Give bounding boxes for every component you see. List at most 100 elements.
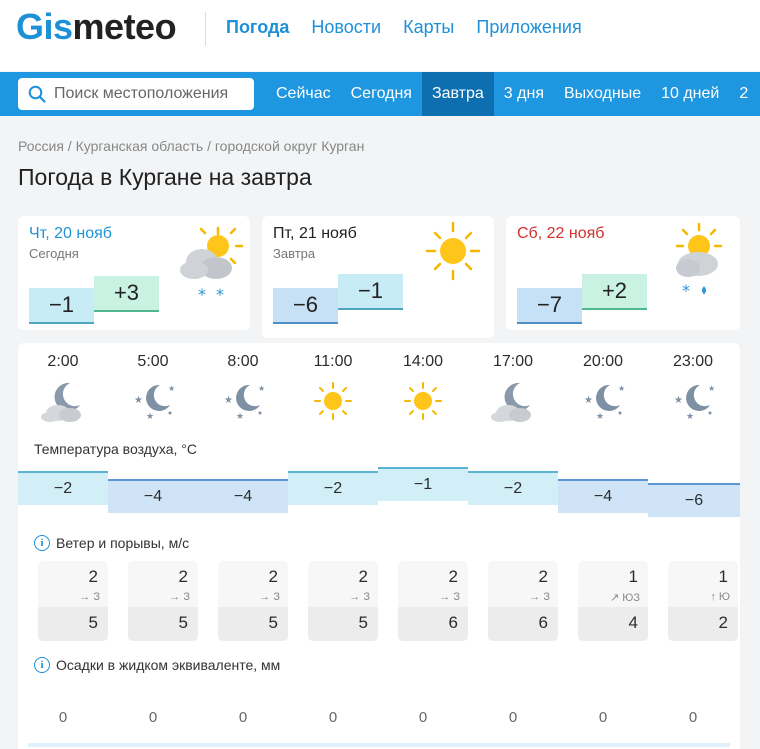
wind-gust: 4	[628, 613, 638, 632]
day-card-saturday[interactable]: Сб, 22 нояб * −7 +2	[506, 216, 740, 330]
clear-night-icon: ★ ★ ★	[674, 384, 715, 421]
info-icon[interactable]: i	[34, 657, 50, 673]
svg-text:★: ★	[686, 411, 694, 421]
svg-text:★: ★	[146, 411, 154, 421]
sun-icon	[314, 382, 352, 420]
day-max-temp: +3	[94, 276, 159, 312]
wind-direction: → З	[259, 591, 280, 603]
top-nav: Погода Новости Карты Приложения	[226, 17, 582, 38]
hour-time: 17:00	[492, 353, 534, 370]
wind-direction: → З	[169, 591, 190, 603]
day-card-today[interactable]: Чт, 20 нояб Сегодня * * −1 +3	[18, 216, 250, 330]
day-min-temp: −6	[273, 288, 338, 324]
nav-apps[interactable]: Приложения	[476, 17, 581, 38]
forecast-nav-bar: Сейчас Сегодня Завтра 3 дня Выходные 10 …	[0, 72, 760, 116]
hour-temp: −2	[18, 471, 108, 505]
hour-precip: 0	[328, 709, 338, 726]
cloudy-night-icon	[491, 382, 531, 422]
hour-time: 20:00	[582, 353, 624, 370]
tab-tomorrow[interactable]: Завтра	[421, 72, 494, 116]
wind-speed: 2	[538, 567, 548, 586]
day-card-tomorrow[interactable]: Пт, 21 нояб Завтра −6 −1	[262, 216, 494, 338]
tab-weekend[interactable]: Выходные	[554, 72, 651, 116]
wind-speed: 2	[358, 567, 368, 586]
wind-cell: 2 → З 6	[398, 561, 468, 641]
wind-direction: → З	[529, 591, 550, 603]
hour-temp: −4	[558, 479, 648, 513]
day-sub: Завтра	[273, 246, 316, 261]
hour-precip: 0	[238, 709, 248, 726]
gismeteo-logo[interactable]: Gismeteo	[16, 6, 177, 48]
info-icon[interactable]: i	[34, 535, 50, 551]
hour-temp: −2	[468, 471, 558, 505]
wind-speed: 2	[268, 567, 278, 586]
page-title: Погода в Кургане на завтра	[18, 164, 312, 190]
wind-gust: 5	[88, 613, 98, 632]
breadcrumb[interactable]: Россия / Курганская область / городской …	[18, 138, 364, 154]
tab-now[interactable]: Сейчас	[266, 72, 341, 116]
hour-precip: 0	[688, 709, 698, 726]
day-name: Чт, 20 нояб	[29, 225, 112, 242]
hour-time: 5:00	[137, 353, 169, 370]
tab-today[interactable]: Сегодня	[341, 72, 422, 116]
hour-time: 8:00	[227, 353, 259, 370]
hour-precip: 0	[418, 709, 428, 726]
wind-speed: 2	[448, 567, 458, 586]
svg-text:★: ★	[618, 384, 625, 393]
hour-temp: −2	[288, 471, 378, 505]
wind-speed: 1	[628, 567, 638, 586]
hourly-panel: 2:00 5:00 8:00 11:00 14:00 17:00 20:00 2…	[18, 343, 740, 749]
wind-gust: 6	[538, 613, 548, 632]
search-input[interactable]	[54, 85, 244, 103]
tab-3-days[interactable]: 3 дня	[494, 72, 554, 116]
wind-speed: 2	[178, 567, 188, 586]
search-box[interactable]	[18, 78, 254, 110]
svg-text:*: *	[216, 285, 224, 304]
clear-night-icon: ★ ★ ★	[584, 384, 625, 421]
forecast-tabs: Сейчас Сегодня Завтра 3 дня Выходные 10 …	[266, 72, 758, 116]
precipitation-label: i Осадки в жидком эквиваленте, мм	[34, 657, 280, 673]
cloudy-night-icon	[41, 382, 81, 422]
wind-gust: 5	[178, 613, 188, 632]
wind-direction: → З	[79, 591, 100, 603]
nav-news[interactable]: Новости	[311, 17, 381, 38]
header-divider	[205, 12, 206, 46]
svg-text:★: ★	[168, 384, 175, 393]
svg-text:*: *	[682, 281, 690, 300]
wind-cell: 2 → З 5	[128, 561, 198, 641]
hour-precip: 0	[508, 709, 518, 726]
svg-text:★: ★	[674, 395, 683, 406]
hour-precip: 0	[58, 709, 68, 726]
hour-temp: −6	[648, 483, 740, 517]
wind-cell: 1 ↗ ЮЗ 4	[578, 561, 648, 641]
svg-text:★: ★	[596, 411, 604, 421]
wind-direction: ↑ Ю	[710, 591, 730, 603]
nav-weather[interactable]: Погода	[226, 17, 289, 38]
wind-speed: 2	[88, 567, 98, 586]
day-min-temp: −7	[517, 288, 582, 324]
svg-text:★: ★	[134, 395, 143, 406]
tab-2-weeks[interactable]: 2	[729, 72, 758, 116]
partly-cloudy-rain-snow-icon: *	[675, 222, 723, 300]
tab-10-days[interactable]: 10 дней	[651, 72, 729, 116]
hour-time: 23:00	[672, 353, 714, 370]
wind-cell: 2 → З 5	[308, 561, 378, 641]
svg-text:*: *	[198, 285, 206, 304]
nav-maps[interactable]: Карты	[403, 17, 454, 38]
precip-bar	[28, 743, 730, 747]
wind-label: i Ветер и порывы, м/с	[34, 535, 189, 551]
svg-text:★: ★	[708, 384, 715, 393]
search-icon	[28, 85, 46, 103]
day-name: Сб, 22 нояб	[517, 225, 605, 242]
hour-temp: −1	[378, 467, 468, 501]
clear-night-icon: ★ ★ ★	[134, 384, 175, 421]
wind-cell: 2 → З 5	[38, 561, 108, 641]
top-header: Gismeteo Погода Новости Карты Приложения	[0, 0, 760, 71]
svg-text:★: ★	[584, 395, 593, 406]
day-sub: Сегодня	[29, 246, 79, 261]
hour-precip: 0	[148, 709, 158, 726]
wind-gust: 2	[718, 613, 728, 632]
svg-text:★: ★	[236, 411, 244, 421]
wind-gust: 5	[268, 613, 278, 632]
svg-text:★: ★	[224, 395, 233, 406]
